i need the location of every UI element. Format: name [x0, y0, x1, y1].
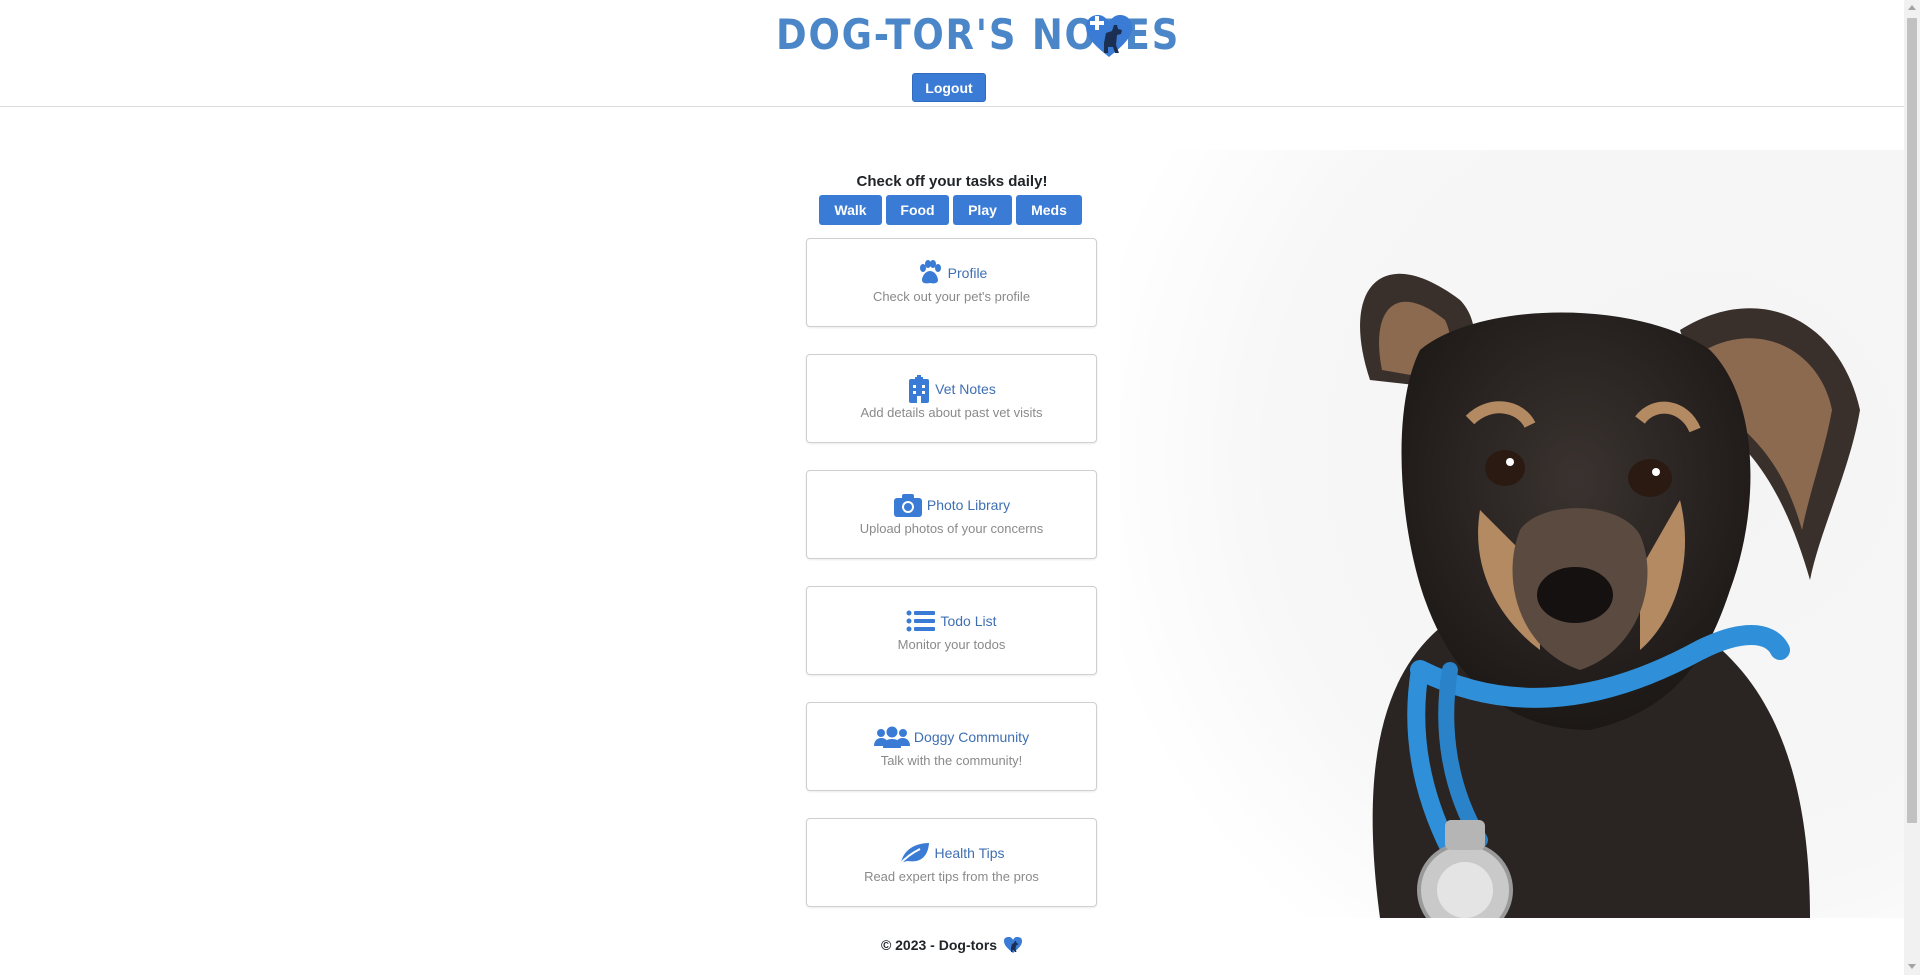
scroll-down-arrow-icon[interactable] [1908, 964, 1916, 969]
scroll-up-arrow-icon[interactable] [1908, 5, 1916, 10]
walk-task-button[interactable]: Walk [819, 195, 882, 225]
camera-icon [893, 493, 923, 517]
card-subtitle: Check out your pet's profile [872, 289, 1031, 304]
card-title: Profile [947, 265, 988, 281]
card-subtitle: Upload photos of your concerns [859, 521, 1044, 536]
site-header: DOG-TOR'S NOTES Logout [0, 0, 1904, 107]
card-todo-list[interactable]: Todo List Monitor your todos [806, 586, 1097, 675]
card-profile[interactable]: Profile Check out your pet's profile [806, 238, 1097, 327]
hero-dog-image [1120, 150, 1904, 918]
page-scrollbar[interactable] [1904, 0, 1920, 975]
leaf-icon [898, 841, 930, 865]
card-title: Vet Notes [935, 381, 996, 397]
card-title: Doggy Community [913, 729, 1030, 745]
card-health-tips[interactable]: Health Tips Read expert tips from the pr… [806, 818, 1097, 907]
card-subtitle: Talk with the community! [880, 753, 1023, 768]
users-icon [873, 726, 910, 748]
dog-heart-medical-icon [1086, 15, 1132, 57]
list-icon [906, 609, 936, 633]
paw-icon [916, 260, 944, 286]
hospital-icon [907, 375, 931, 403]
logout-button[interactable]: Logout [912, 73, 986, 102]
food-task-button[interactable]: Food [886, 195, 949, 225]
meds-task-button[interactable]: Meds [1016, 195, 1082, 225]
card-title: Photo Library [926, 497, 1011, 513]
card-title: Health Tips [934, 845, 1005, 861]
card-vet-notes[interactable]: Vet Notes Add details about past vet vis… [806, 354, 1097, 443]
card-title: Todo List [940, 613, 997, 629]
dog-heart-icon [1003, 936, 1023, 954]
card-doggy-community[interactable]: Doggy Community Talk with the community! [806, 702, 1097, 791]
play-task-button[interactable]: Play [953, 195, 1012, 225]
scrollbar-thumb[interactable] [1907, 18, 1917, 823]
card-photo-library[interactable]: Photo Library Upload photos of your conc… [806, 470, 1097, 559]
card-subtitle: Monitor your todos [897, 637, 1006, 652]
task-buttons: Walk Food Play Meds [819, 195, 1082, 225]
tasks-heading: Check off your tasks daily! [856, 173, 1048, 190]
site-footer: © 2023 - Dog-tors [760, 935, 1144, 955]
footer-text: © 2023 - Dog-tors [880, 937, 998, 953]
card-subtitle: Read expert tips from the pros [864, 869, 1039, 884]
brand[interactable]: DOG-TOR'S NOTES [776, 10, 1235, 60]
card-subtitle: Add details about past vet visits [860, 405, 1043, 420]
